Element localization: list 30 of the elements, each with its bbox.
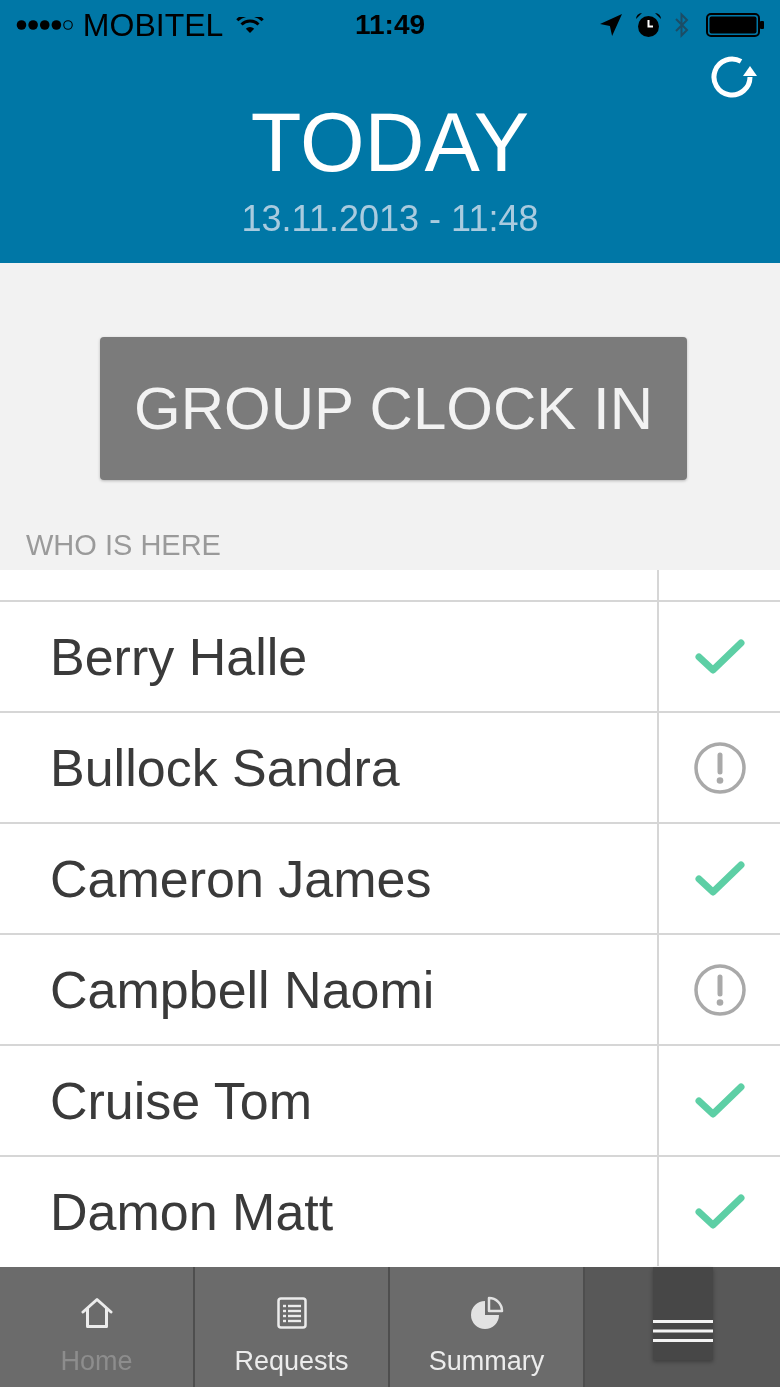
person-name: Cameron James [50,852,432,905]
status-time: 11:49 [354,11,426,39]
section-heading: WHO IS HERE [26,531,221,560]
refresh-icon [711,56,758,98]
tab-button[interactable]: Requests [195,1267,390,1387]
date-time-text: 13.11.2013 - 11:48 [241,201,539,237]
list-icon [276,1297,307,1329]
house-icon [80,1297,113,1329]
wifi-icon [235,16,266,34]
signal-strength-icon [16,17,75,33]
group-clock-in-button[interactable]: GROUP CLOCK IN [100,337,687,480]
pie-chart-icon [469,1296,504,1330]
refresh-button[interactable] [711,56,758,98]
location-arrow-icon [600,14,622,36]
exclamation-circle-icon [693,963,746,1016]
exclamation-circle-icon [693,741,746,794]
check-icon [693,637,746,676]
battery-icon [706,13,764,37]
person-name: Cruise Tom [50,1074,312,1127]
page-title: TODAY [250,101,530,184]
menu-button[interactable] [652,1267,713,1360]
person-name: Bullock Sandra [50,741,400,794]
menu-icon [652,1320,713,1342]
check-icon [693,1081,746,1120]
carrier-name: MOBITEL [82,9,224,41]
check-icon [693,1192,746,1231]
check-icon [693,859,746,898]
alarm-clock-icon [635,12,662,38]
person-name: Damon Matt [50,1185,334,1238]
bluetooth-icon [675,12,689,38]
